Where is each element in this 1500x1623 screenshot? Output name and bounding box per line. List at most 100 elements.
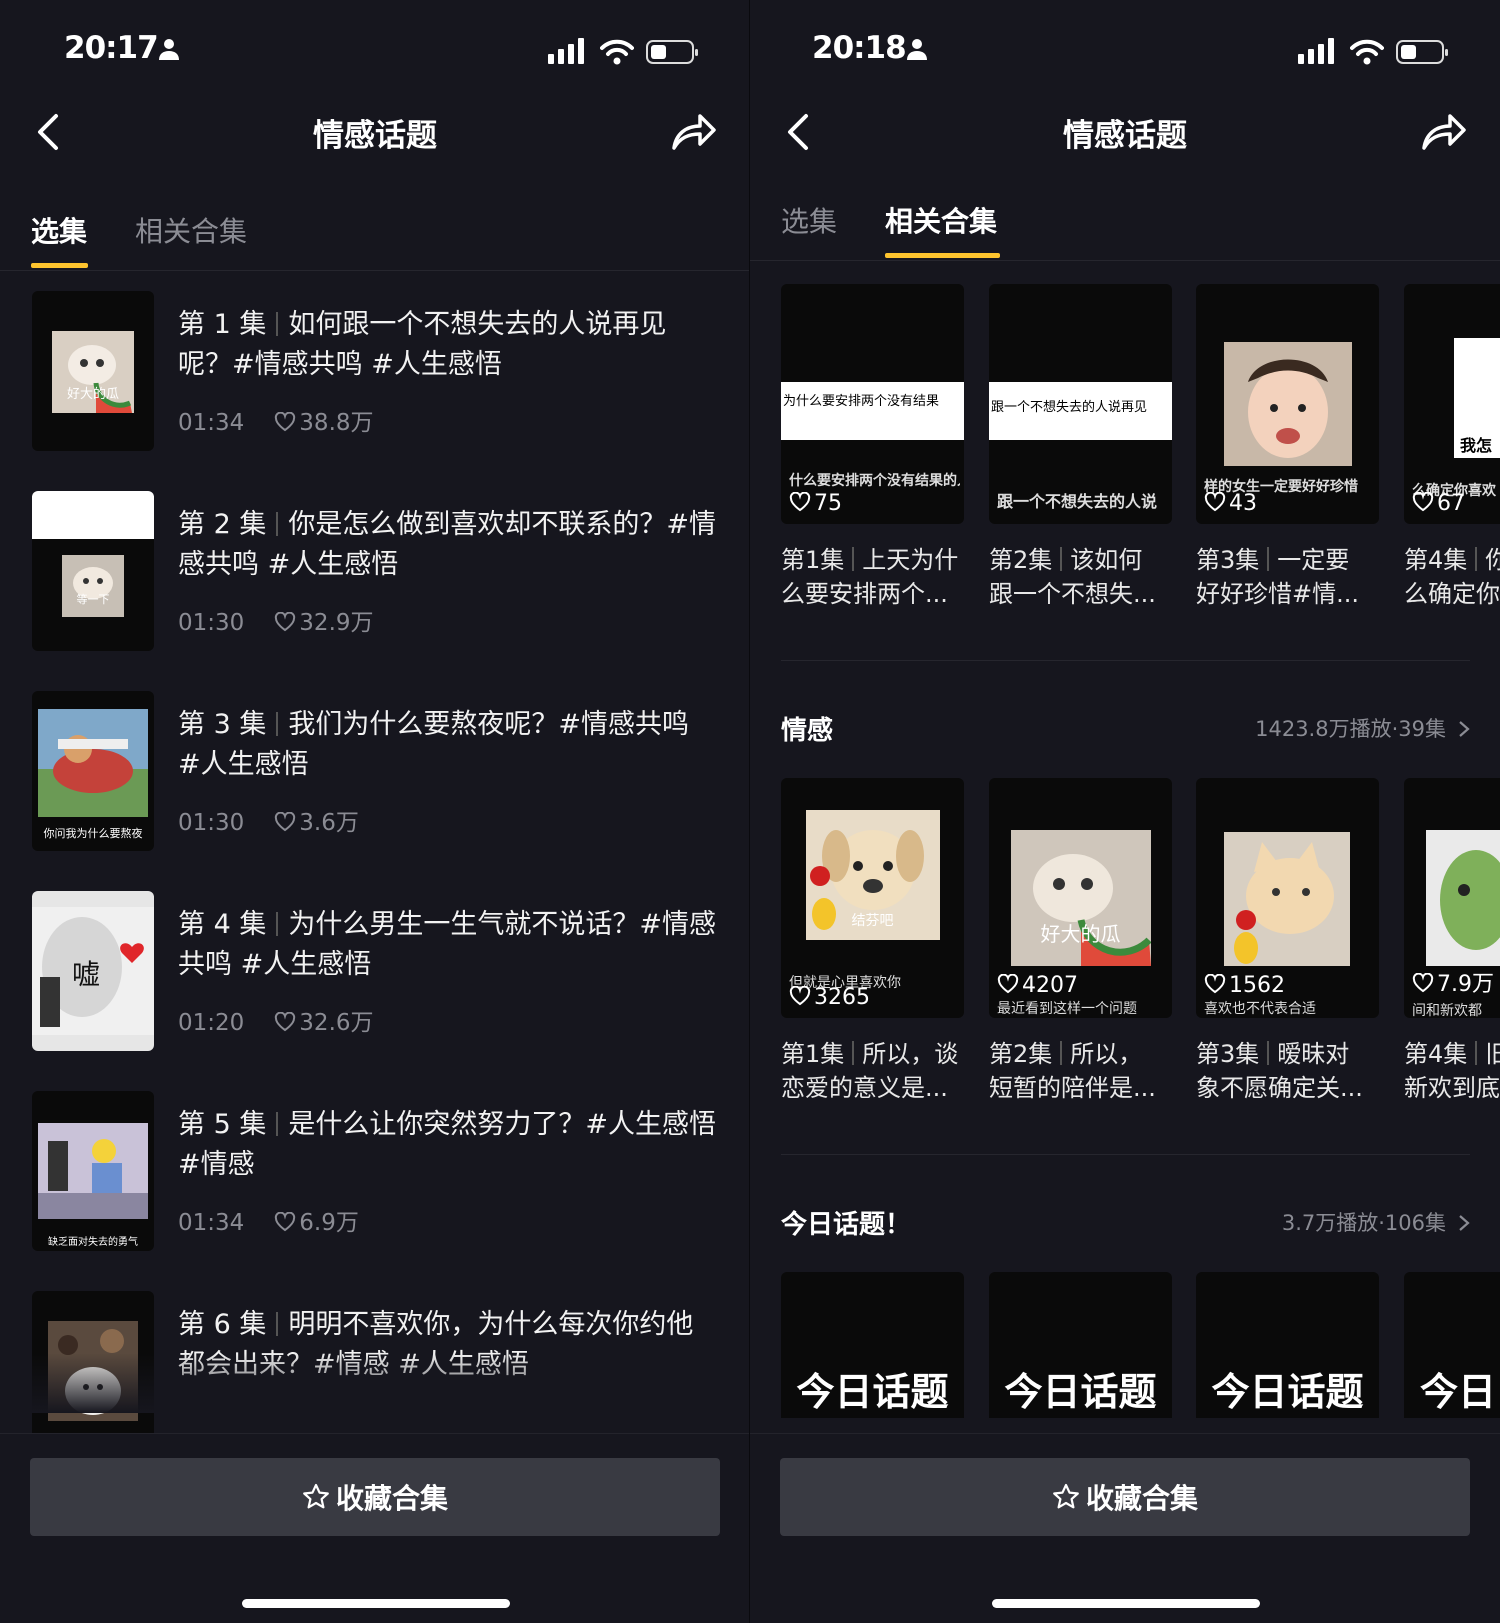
- right-screen: 20:18 情感话题 选集 相关合集 为什么要安排两个没有结果 什么要安排两个没…: [750, 0, 1500, 1623]
- episode-number: 第 3 集: [178, 709, 267, 740]
- episode-duration: 01:30: [178, 810, 245, 836]
- episode-thumbnail: 嘘: [32, 891, 154, 1051]
- share-arrow-icon[interactable]: [670, 110, 718, 154]
- bottom-bar: 收藏合集: [0, 1433, 750, 1623]
- section-meta[interactable]: 3.7万播放·106集: [1282, 1207, 1470, 1237]
- share-arrow-icon[interactable]: [1420, 110, 1468, 154]
- card-title[interactable]: 第2集 该如何 跟一个不想失...: [989, 543, 1172, 611]
- card-title[interactable]: 第4集旧新欢到底: [1404, 1037, 1500, 1105]
- collection-card[interactable]: 1562 喜欢也不代表合适: [1196, 778, 1379, 1018]
- card-overlay-text: 结芬吧: [851, 913, 894, 929]
- collection-card[interactable]: 结芬吧 但就是心里喜欢你 3265: [781, 778, 964, 1018]
- card-likes: 67: [1412, 491, 1465, 516]
- card-title[interactable]: 第3集 一定要 好好珍惜#情...: [1196, 543, 1379, 611]
- chevron-right-icon: [1459, 1215, 1470, 1231]
- episode-meta: 01:30 32.9万: [178, 603, 374, 637]
- episode-thumbnail: 好大的瓜: [32, 291, 154, 451]
- card-caption: 喜欢也不代表合适: [1204, 1001, 1316, 1017]
- episode-likes: 3.6万: [299, 810, 359, 836]
- thumbnail-caption: 等一下: [76, 593, 110, 606]
- heart-icon: [1412, 492, 1434, 512]
- active-tab-indicator: [31, 263, 88, 268]
- card-title[interactable]: 第2集 所以， 短暂的陪伴是...: [989, 1037, 1172, 1105]
- section-title[interactable]: 情感: [781, 710, 833, 747]
- tab-episodes[interactable]: 选集: [31, 210, 87, 250]
- episode-likes: 32.9万: [299, 610, 374, 636]
- episode-number: 第 4 集: [178, 909, 267, 940]
- text-strip: [32, 491, 154, 539]
- episode-thumbnail: 你问我为什么要熬夜: [32, 691, 154, 851]
- collect-button[interactable]: 收藏合集: [30, 1458, 720, 1536]
- heart-icon: [1412, 973, 1434, 993]
- section-divider: [781, 1154, 1470, 1155]
- card-bottom-text: 什么要安排两个没有结果的人: [789, 473, 960, 489]
- episode-number: 第 6 集: [178, 1309, 267, 1340]
- tab-episodes[interactable]: 选集: [781, 200, 837, 240]
- heart-icon: [1204, 492, 1226, 512]
- collection-card[interactable]: 好大的瓜 4207 最近看到这样一个问题: [989, 778, 1172, 1018]
- thumbnail-caption: 缺乏面对失去的勇气: [48, 1237, 138, 1248]
- thumbnail-caption: 嘘: [72, 958, 101, 991]
- card-overlay-text: 我怎: [1460, 436, 1493, 455]
- episode-meta: 01:20 32.6万: [178, 1003, 374, 1037]
- collection-card[interactable]: 今日话题: [1196, 1272, 1379, 1418]
- home-indicator: [992, 1599, 1260, 1608]
- page-title: 情感话题: [313, 118, 437, 154]
- card-row: 结芬吧 但就是心里喜欢你 3265 好大的瓜 4207 最近看到这样一个问题 1…: [781, 778, 1500, 1018]
- chevron-right-icon: [1459, 721, 1470, 737]
- card-likes: 1562: [1204, 973, 1285, 998]
- separator: [276, 312, 279, 336]
- episode-item[interactable]: 缺乏面对失去的勇气 第 5 集是什么让你突然努力了？#人生感悟 #情感 01:3…: [32, 1091, 720, 1251]
- tab-related[interactable]: 相关合集: [885, 200, 997, 240]
- status-bar: 20:17: [0, 28, 750, 74]
- separator: [276, 1312, 279, 1336]
- card-overlay-text: 今日话题: [1004, 1370, 1157, 1414]
- bottom-bar: 收藏合集: [750, 1433, 1500, 1623]
- card-overlay-text: 今日话题: [1211, 1370, 1364, 1414]
- heart-icon: [1204, 974, 1226, 994]
- collection-card[interactable]: 今日话题: [781, 1272, 964, 1418]
- episode-item[interactable]: 嘘 第 4 集为什么男生一生气就不说话？#情感共鸣 #人生感悟 01:20 32.…: [32, 891, 720, 1051]
- cartoon-treadmill-image: [38, 1123, 148, 1219]
- tab-divider: [750, 260, 1500, 261]
- heart-icon: [275, 612, 296, 632]
- episode-item[interactable]: 你问我为什么要熬夜 第 3 集我们为什么要熬夜呢？#情感共鸣 #人生感悟 01:…: [32, 691, 720, 851]
- page-title: 情感话题: [1063, 118, 1187, 154]
- episode-item[interactable]: 好大的瓜 第 1 集如何跟一个不想失去的人说再见呢？#情感共鸣 #人生感悟 01…: [32, 291, 720, 451]
- collection-card[interactable]: 为什么要安排两个没有结果 什么要安排两个没有结果的人 75: [781, 284, 964, 524]
- collection-card[interactable]: 我怎 么确定你喜欢 67: [1404, 284, 1500, 524]
- episode-item[interactable]: 等一下 第 2 集你是怎么做到喜欢却不联系的？#情感共鸣 #人生感悟 01:30…: [32, 491, 720, 651]
- collection-card[interactable]: 样的女生一定要好好珍惜 43: [1196, 284, 1379, 524]
- heart-icon: [275, 812, 296, 832]
- card-row: 为什么要安排两个没有结果 什么要安排两个没有结果的人 75 跟一个不想失去的人说…: [781, 284, 1500, 524]
- section-title[interactable]: 今日话题！: [781, 1204, 911, 1241]
- thumbnail-caption: 好大的瓜: [66, 387, 119, 402]
- card-likes: 3265: [789, 985, 870, 1010]
- tab-related[interactable]: 相关合集: [135, 210, 247, 250]
- episode-duration: 01:30: [178, 610, 245, 636]
- episode-duration: 01:34: [178, 1210, 245, 1236]
- collection-card[interactable]: 7.9万 间和新欢都: [1404, 778, 1500, 1018]
- section-divider: [781, 660, 1470, 661]
- heart-icon: [789, 986, 811, 1006]
- card-title[interactable]: 第4集你么确定你: [1404, 543, 1500, 611]
- card-likes: 4207: [997, 973, 1078, 998]
- episode-meta: 01:34 6.9万: [178, 1203, 359, 1237]
- nav-header: 情感话题: [0, 100, 750, 170]
- card-title[interactable]: 第3集 暧昧对 象不愿确定关...: [1196, 1037, 1379, 1105]
- collection-card[interactable]: 今日: [1404, 1272, 1500, 1418]
- collect-button[interactable]: 收藏合集: [780, 1458, 1470, 1536]
- card-likes: 43: [1204, 491, 1257, 516]
- separator: [276, 712, 279, 736]
- card-row: 今日话题 今日话题 今日话题 今日: [781, 1272, 1500, 1418]
- card-caption: 间和新欢都: [1412, 1003, 1482, 1018]
- card-title[interactable]: 第1集 所以，谈 恋爱的意义是...: [781, 1037, 964, 1105]
- episode-likes: 32.6万: [299, 1010, 374, 1036]
- heart-icon: [275, 1012, 296, 1032]
- section-meta[interactable]: 1423.8万播放·39集: [1255, 713, 1470, 743]
- heart-icon: [997, 974, 1019, 994]
- battery-icon: [1396, 40, 1448, 64]
- card-title[interactable]: 第1集 上天为什 么要安排两个...: [781, 543, 964, 611]
- collection-card[interactable]: 跟一个不想失去的人说再见 跟一个不想失去的人说: [989, 284, 1172, 524]
- collection-card[interactable]: 今日话题: [989, 1272, 1172, 1418]
